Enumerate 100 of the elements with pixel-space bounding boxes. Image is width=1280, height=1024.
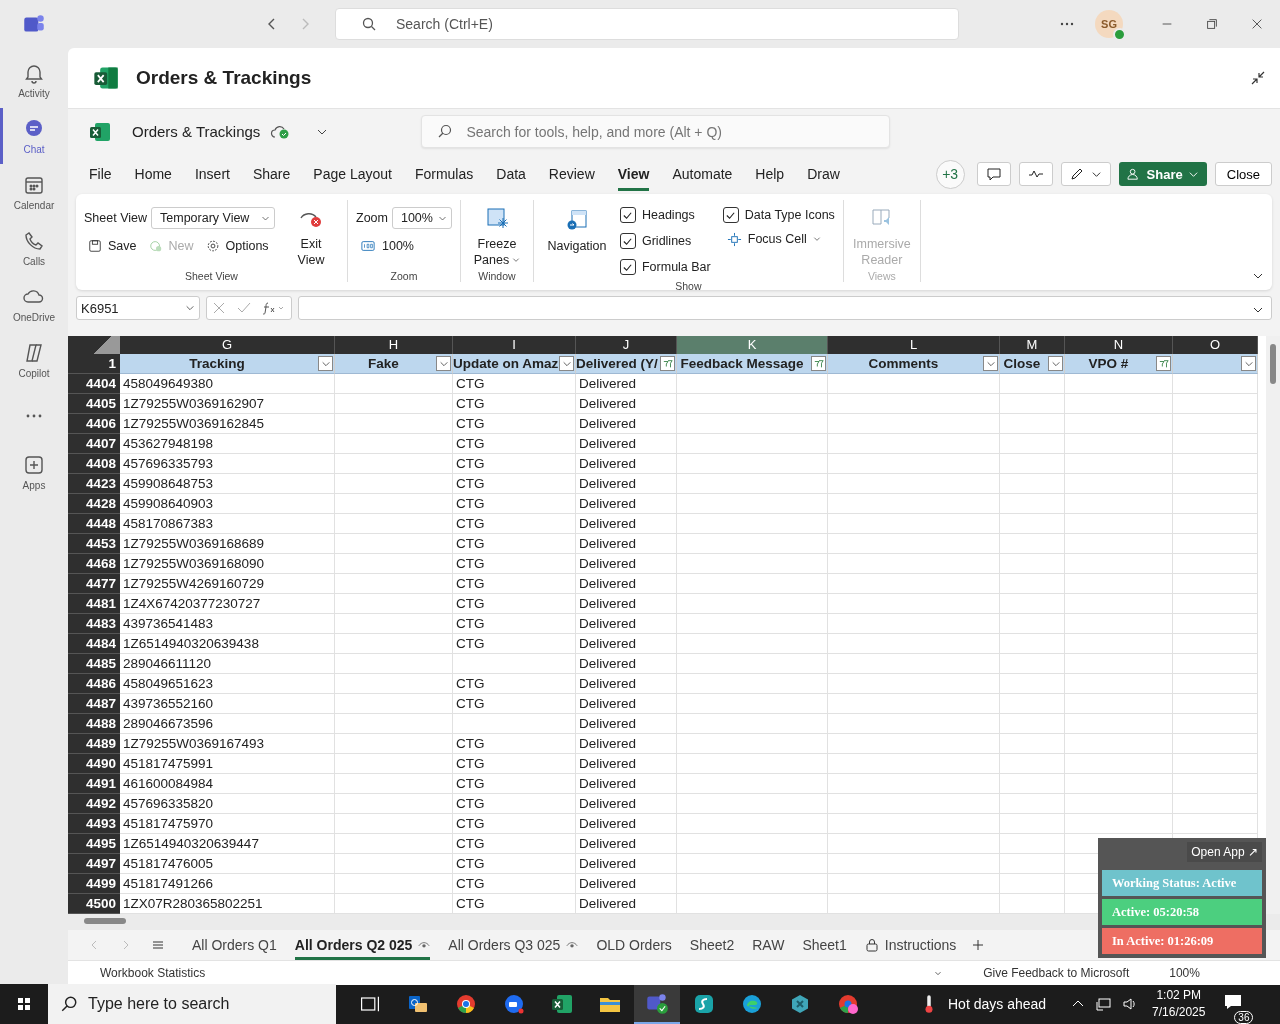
editing-button[interactable] — [1060, 162, 1111, 186]
taskbar-app-button[interactable] — [634, 984, 680, 1024]
row-header[interactable]: 4481 — [68, 594, 120, 614]
workbook-statistics[interactable]: Workbook Statistics — [100, 966, 206, 980]
search-field[interactable]: Type here to search — [48, 984, 336, 1024]
row-header[interactable]: 4488 — [68, 714, 120, 734]
checkbox-label[interactable]: Gridlines — [641, 234, 692, 248]
menu-icon[interactable] — [152, 939, 164, 951]
navigation-button[interactable]: Navigation — [541, 200, 612, 280]
sheet-tab[interactable]: Sheet2 — [689, 930, 735, 960]
sheet-view-dropdown[interactable]: Temporary View — [151, 207, 275, 229]
activity-button[interactable] — [1018, 162, 1053, 186]
collapse-icon[interactable] — [1250, 70, 1266, 86]
row-header[interactable]: 4492 — [68, 794, 120, 814]
column-header[interactable]: G — [120, 336, 335, 354]
row-header[interactable]: 4500 — [68, 894, 120, 914]
feedback-link[interactable]: Give Feedback to Microsoft — [983, 966, 1130, 980]
filter-button[interactable] — [660, 356, 675, 371]
column-header[interactable]: H — [335, 336, 453, 354]
row-header[interactable]: 4486 — [68, 674, 120, 694]
collaborators-badge[interactable]: +3 — [935, 159, 965, 189]
ribbon-tab[interactable]: Review — [548, 157, 595, 191]
avatar[interactable]: SG — [1095, 10, 1123, 38]
row-header[interactable]: 4499 — [68, 874, 120, 894]
row-header[interactable]: 4453 — [68, 534, 120, 554]
filter-button[interactable] — [983, 356, 998, 371]
row-header[interactable]: 4497 — [68, 854, 120, 874]
checkbox-label[interactable]: Headings — [641, 208, 695, 222]
browser-profile-icon[interactable] — [836, 992, 860, 1016]
exit-view-button[interactable]: Exit View — [283, 200, 339, 270]
weather-text[interactable]: Hot days ahead — [948, 996, 1047, 1012]
focus-cell-button[interactable]: Focus Cell — [722, 228, 835, 250]
rail-item[interactable]: Calls — [0, 220, 68, 276]
column-header[interactable]: K — [677, 336, 828, 354]
ribbon-tab[interactable]: Draw — [807, 157, 840, 191]
notifications-icon[interactable] — [1223, 992, 1244, 1012]
row-header[interactable]: 1 — [68, 354, 120, 374]
ribbon-tab[interactable]: File — [89, 157, 112, 191]
filter-button[interactable] — [1156, 356, 1171, 371]
save-button[interactable]: Save — [84, 235, 141, 257]
row-header[interactable]: 4448 — [68, 514, 120, 534]
rail-item[interactable]: Calendar — [0, 164, 68, 220]
sheet-tab[interactable]: All Orders Q1 — [192, 930, 277, 960]
sheet-tab[interactable]: RAW — [752, 930, 785, 960]
filter-button[interactable] — [318, 356, 333, 371]
row-header[interactable]: 4490 — [68, 754, 120, 774]
checkbox[interactable] — [722, 207, 739, 223]
checkbox-label[interactable]: Data Type Icons — [744, 208, 835, 222]
row-header[interactable]: 4487 — [68, 694, 120, 714]
checkbox[interactable] — [619, 207, 636, 223]
ribbon-tab[interactable]: Data — [496, 157, 526, 191]
column-header[interactable]: O — [1173, 336, 1258, 354]
row-header[interactable]: 4489 — [68, 734, 120, 754]
row-header[interactable]: 4423 — [68, 474, 120, 494]
clock-time[interactable]: 1:02 PM — [1156, 987, 1202, 1004]
filter-button[interactable] — [1048, 356, 1063, 371]
rail-item[interactable]: Chat — [0, 108, 68, 164]
name-box[interactable]: K6951 — [76, 296, 200, 320]
checkbox[interactable] — [619, 259, 636, 275]
column-header[interactable]: N — [1065, 336, 1173, 354]
checkbox[interactable] — [619, 233, 636, 249]
row-header[interactable]: 4484 — [68, 634, 120, 654]
row-header[interactable]: 4468 — [68, 554, 120, 574]
formula-field[interactable] — [298, 296, 1272, 320]
row-header[interactable]: 4491 — [68, 774, 120, 794]
sheet-tab[interactable]: Instructions — [864, 930, 957, 960]
document-name[interactable]: Orders & Trackings — [132, 123, 261, 140]
row-header[interactable]: 4493 — [68, 814, 120, 834]
ribbon-tab[interactable]: Formulas — [414, 157, 474, 191]
shield-app-icon[interactable] — [692, 992, 716, 1016]
row-header[interactable]: 4405 — [68, 394, 120, 414]
filter-button[interactable] — [436, 356, 451, 371]
network-icon[interactable] — [1096, 996, 1113, 1012]
options-button[interactable]: Options — [201, 235, 273, 257]
share-button[interactable]: Share — [1118, 162, 1207, 186]
comment-button[interactable] — [976, 162, 1011, 186]
column-header[interactable]: L — [828, 336, 1000, 354]
row-header[interactable]: 4408 — [68, 454, 120, 474]
checkbox-label[interactable]: Formula Bar — [641, 260, 711, 274]
column-header[interactable]: I — [453, 336, 576, 354]
row-header[interactable]: 4404 — [68, 374, 120, 394]
browser-icon[interactable] — [454, 992, 478, 1016]
filter-button[interactable] — [1241, 356, 1256, 371]
video-app-icon[interactable] — [502, 992, 526, 1016]
zoom-reset-button[interactable]: 100% — [356, 235, 418, 257]
edge-browser-icon[interactable] — [740, 992, 764, 1016]
select-all-corner[interactable] — [68, 336, 120, 354]
column-header[interactable]: J — [576, 336, 677, 354]
ribbon-tab[interactable]: Home — [134, 157, 172, 191]
ribbon-tab[interactable]: Insert — [194, 157, 230, 191]
row-header[interactable]: 4428 — [68, 494, 120, 514]
close-button[interactable]: Close — [1214, 162, 1272, 186]
ribbon-tab[interactable]: Page Layout — [313, 157, 392, 191]
rail-item[interactable]: Activity — [0, 52, 68, 108]
row-header[interactable]: 4495 — [68, 834, 120, 854]
search-field[interactable]: Search for tools, help, and more (Alt + Q) — [421, 115, 891, 148]
add-sheet-icon[interactable] — [972, 939, 985, 951]
search-field[interactable]: Search (Ctrl+E) — [335, 8, 959, 40]
column-header[interactable]: M — [1000, 336, 1065, 354]
filter-button[interactable] — [811, 356, 826, 371]
